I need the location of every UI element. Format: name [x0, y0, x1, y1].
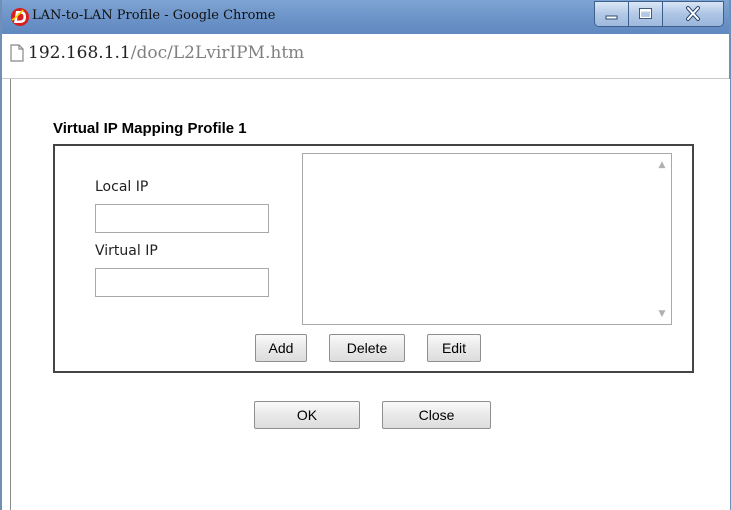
title-bar[interactable]: LAN-to-LAN Profile - Google Chrome — [2, 0, 729, 34]
window-title: LAN-to-LAN Profile - Google Chrome — [32, 8, 276, 23]
browser-popup-window: LAN-to-LAN Profile - Google Chrome 192.1… — [0, 0, 731, 510]
virtual-ip-label: Virtual IP — [95, 243, 158, 259]
address-bar[interactable]: 192.168.1.1/doc/L2LvirIPM.htm — [2, 34, 729, 79]
close-icon — [686, 6, 700, 21]
minimize-icon — [605, 15, 618, 20]
delete-button[interactable]: Delete — [329, 334, 405, 362]
url-text[interactable]: 192.168.1.1/doc/L2LvirIPM.htm — [28, 43, 304, 63]
draytek-d-icon — [10, 7, 30, 27]
minimize-button[interactable] — [595, 2, 629, 26]
edit-button[interactable]: Edit — [427, 334, 481, 362]
local-ip-input[interactable] — [95, 204, 269, 233]
close-button[interactable]: Close — [382, 401, 491, 429]
profile-title: Virtual IP Mapping Profile 1 — [53, 120, 247, 137]
maximize-button[interactable] — [629, 2, 663, 26]
scroll-up-arrow-icon[interactable]: ▲ — [657, 160, 667, 170]
ok-button[interactable]: OK — [254, 401, 360, 429]
maximize-icon — [639, 8, 652, 19]
url-host: 192.168.1.1 — [28, 43, 131, 63]
virtual-ip-input[interactable] — [95, 268, 269, 297]
local-ip-label: Local IP — [95, 179, 149, 195]
close-window-button[interactable] — [663, 2, 723, 26]
url-path: /doc/L2LvirIPM.htm — [130, 43, 305, 63]
page-content: Virtual IP Mapping Profile 1 Local IP Vi… — [10, 79, 730, 510]
window-controls — [594, 1, 724, 27]
add-button[interactable]: Add — [255, 334, 307, 362]
mapping-list[interactable]: ▲ ▼ — [302, 153, 672, 325]
scroll-down-arrow-icon[interactable]: ▼ — [657, 309, 667, 319]
page-icon — [10, 44, 24, 66]
profile-panel: Local IP Virtual IP ▲ ▼ Add Delete Edit — [53, 144, 694, 373]
